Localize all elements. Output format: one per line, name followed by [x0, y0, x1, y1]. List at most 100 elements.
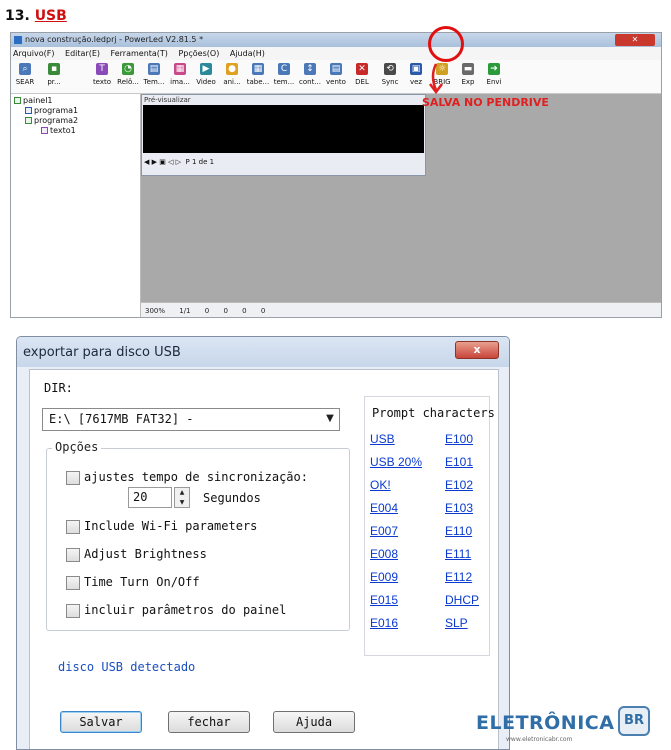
prompt-code-e007[interactable]: E007: [370, 524, 398, 538]
prompt-code-usb[interactable]: USB: [370, 432, 395, 446]
toolbar-search-button[interactable]: ⌕ SEAR: [12, 62, 38, 92]
section-heading: 13. USB: [5, 8, 67, 24]
toolbar-text-button[interactable]: Ttexto: [89, 62, 115, 92]
prompt-code-usb20[interactable]: USB 20%: [370, 455, 422, 469]
dialog-close-button[interactable]: x: [455, 341, 499, 359]
prompt-code-e015[interactable]: E015: [370, 593, 398, 607]
program-tree: painel1 programa1 programa2 texto1: [11, 94, 141, 317]
toolbar-program-button[interactable]: ▪ pr...: [41, 62, 67, 92]
dialog-title: exportar para disco USB: [23, 345, 181, 360]
menu-item-editar[interactable]: Editar(E): [65, 49, 100, 58]
time-turn-label: Time Turn On/Off: [84, 575, 200, 589]
toolbar-image-button[interactable]: ▦ ima...: [167, 62, 193, 92]
dir-select[interactable]: E:\ [7617MB FAT32] -: [42, 408, 340, 431]
toolbar-delete-button[interactable]: ✕ DEL: [349, 62, 375, 92]
preview-title: Pré-visualizar: [144, 96, 191, 104]
tree-item-programa2[interactable]: programa2: [25, 116, 78, 125]
brightness-checkbox[interactable]: [66, 548, 80, 562]
status-value-3: 0: [242, 307, 247, 315]
export-icon: ▬: [462, 63, 474, 75]
panel-params-label: incluir parâmetros do painel: [84, 603, 287, 617]
preview-display: [143, 105, 424, 153]
window-close-button[interactable]: ✕: [615, 34, 655, 46]
highlight-circle: [428, 26, 464, 62]
send-icon: ➔: [488, 63, 500, 75]
text-icon: T: [96, 63, 108, 75]
table-icon: ▦: [252, 63, 264, 75]
time-turn-checkbox[interactable]: [66, 576, 80, 590]
clock-icon: ◔: [122, 63, 134, 75]
toolbar: ⌕ SEAR ▪ pr... Ttexto ◔ Relô... ▤ Tem... ▦ im…: [11, 60, 661, 94]
close-button[interactable]: fechar: [168, 711, 250, 733]
window-titlebar: nova construção.ledprj - PowerLed V2.81.…: [11, 33, 661, 47]
counter-icon: ↕: [304, 63, 316, 75]
prompt-code-slp[interactable]: SLP: [445, 616, 468, 630]
prompt-code-ok[interactable]: OK!: [370, 478, 391, 492]
prompt-code-e016[interactable]: E016: [370, 616, 398, 630]
prompt-code-dhcp[interactable]: DHCP: [445, 593, 479, 607]
menu-bar: Arquivo(F) Editar(E) Ferramenta(T) Ppçõe…: [11, 47, 661, 60]
tree-item-painel1[interactable]: painel1: [14, 96, 53, 105]
image-icon: ▦: [174, 63, 186, 75]
prompt-code-e101[interactable]: E101: [445, 455, 473, 469]
options-label: Opções: [52, 440, 102, 454]
times-icon: ▣: [410, 63, 422, 75]
sync-time-checkbox[interactable]: [66, 471, 80, 485]
toolbar-send-button[interactable]: ➔ Envi: [481, 62, 507, 92]
toolbar-clock-button[interactable]: ◔ Relô...: [115, 62, 141, 92]
wifi-label: Include Wi-Fi parameters: [84, 519, 258, 533]
annotation-text: SALVA NO PENDRIVE: [422, 96, 549, 109]
toolbar-temperature-button[interactable]: ▤ Tem...: [141, 62, 167, 92]
menu-item-opcoes[interactable]: Ppções(O): [178, 49, 219, 58]
menu-item-ajuda[interactable]: Ajuda(H): [230, 49, 265, 58]
search-icon: ⌕: [19, 63, 31, 75]
event-icon: ▤: [330, 63, 342, 75]
wifi-checkbox[interactable]: [66, 520, 80, 534]
toolbar-sync-button[interactable]: ⟲ Sync: [377, 62, 403, 92]
video-icon: ▶: [200, 63, 212, 75]
sync-unit-label: Segundos: [203, 491, 261, 505]
prompt-code-e112[interactable]: E112: [445, 570, 472, 584]
menu-item-arquivo[interactable]: Arquivo(F): [13, 49, 54, 58]
prompt-code-e111[interactable]: E111: [445, 547, 471, 561]
sync-time-label: ajustes tempo de sincronização:: [84, 470, 308, 484]
menu-item-ferramenta[interactable]: Ferramenta(T): [111, 49, 168, 58]
powerled-screenshot: nova construção.ledprj - PowerLed V2.81.…: [10, 32, 662, 318]
prompt-code-e100[interactable]: E100: [445, 432, 473, 446]
sync-seconds-stepper[interactable]: ▲ ▼: [174, 487, 190, 508]
help-button[interactable]: Ajuda: [273, 711, 355, 733]
tree-item-texto1[interactable]: texto1: [41, 126, 76, 135]
timer-icon: C: [278, 63, 290, 75]
prompt-code-e009[interactable]: E009: [370, 570, 398, 584]
dir-label: DIR:: [44, 381, 73, 395]
toolbar-table-button[interactable]: ▦ tabe...: [245, 62, 271, 92]
toolbar-counter-button[interactable]: ↕ cont...: [297, 62, 323, 92]
toolbar-video-button[interactable]: ▶ Video: [193, 62, 219, 92]
animation-icon: ●: [226, 63, 238, 75]
chevron-down-icon[interactable]: ▼: [322, 409, 338, 429]
zoom-level[interactable]: 300%: [145, 307, 165, 315]
toolbar-timer-button[interactable]: Ctem...: [271, 62, 297, 92]
heading-title: USB: [34, 8, 67, 24]
preview-window: Pré-visualizar ◀ ▶ ▣ ◁ ▷ P 1 de 1: [141, 94, 426, 176]
prompt-code-e103[interactable]: E103: [445, 501, 473, 515]
prompt-code-e008[interactable]: E008: [370, 547, 398, 561]
heading-number: 13.: [5, 8, 30, 24]
status-bar: 300% 1/1 0 0 0 0: [141, 302, 661, 317]
save-button[interactable]: Salvar: [60, 711, 142, 733]
toolbar-event-button[interactable]: ▤ vento: [323, 62, 349, 92]
sync-seconds-input[interactable]: 20: [128, 487, 172, 508]
brightness-label: Adjust Brightness: [84, 547, 207, 561]
delete-icon: ✕: [356, 63, 368, 75]
app-icon: [14, 36, 22, 44]
panel-params-checkbox[interactable]: [66, 604, 80, 618]
program-icon: ▪: [48, 63, 60, 75]
logo-text: ELETRÔNICA: [476, 712, 615, 734]
tree-item-programa1[interactable]: programa1: [25, 106, 78, 115]
toolbar-animation-button[interactable]: ● ani...: [219, 62, 245, 92]
prompt-code-e102[interactable]: E102: [445, 478, 473, 492]
prompt-code-e110[interactable]: E110: [445, 524, 472, 538]
prompt-code-e004[interactable]: E004: [370, 501, 398, 515]
status-value-2: 0: [223, 307, 228, 315]
logo-badge: BR: [618, 706, 650, 736]
